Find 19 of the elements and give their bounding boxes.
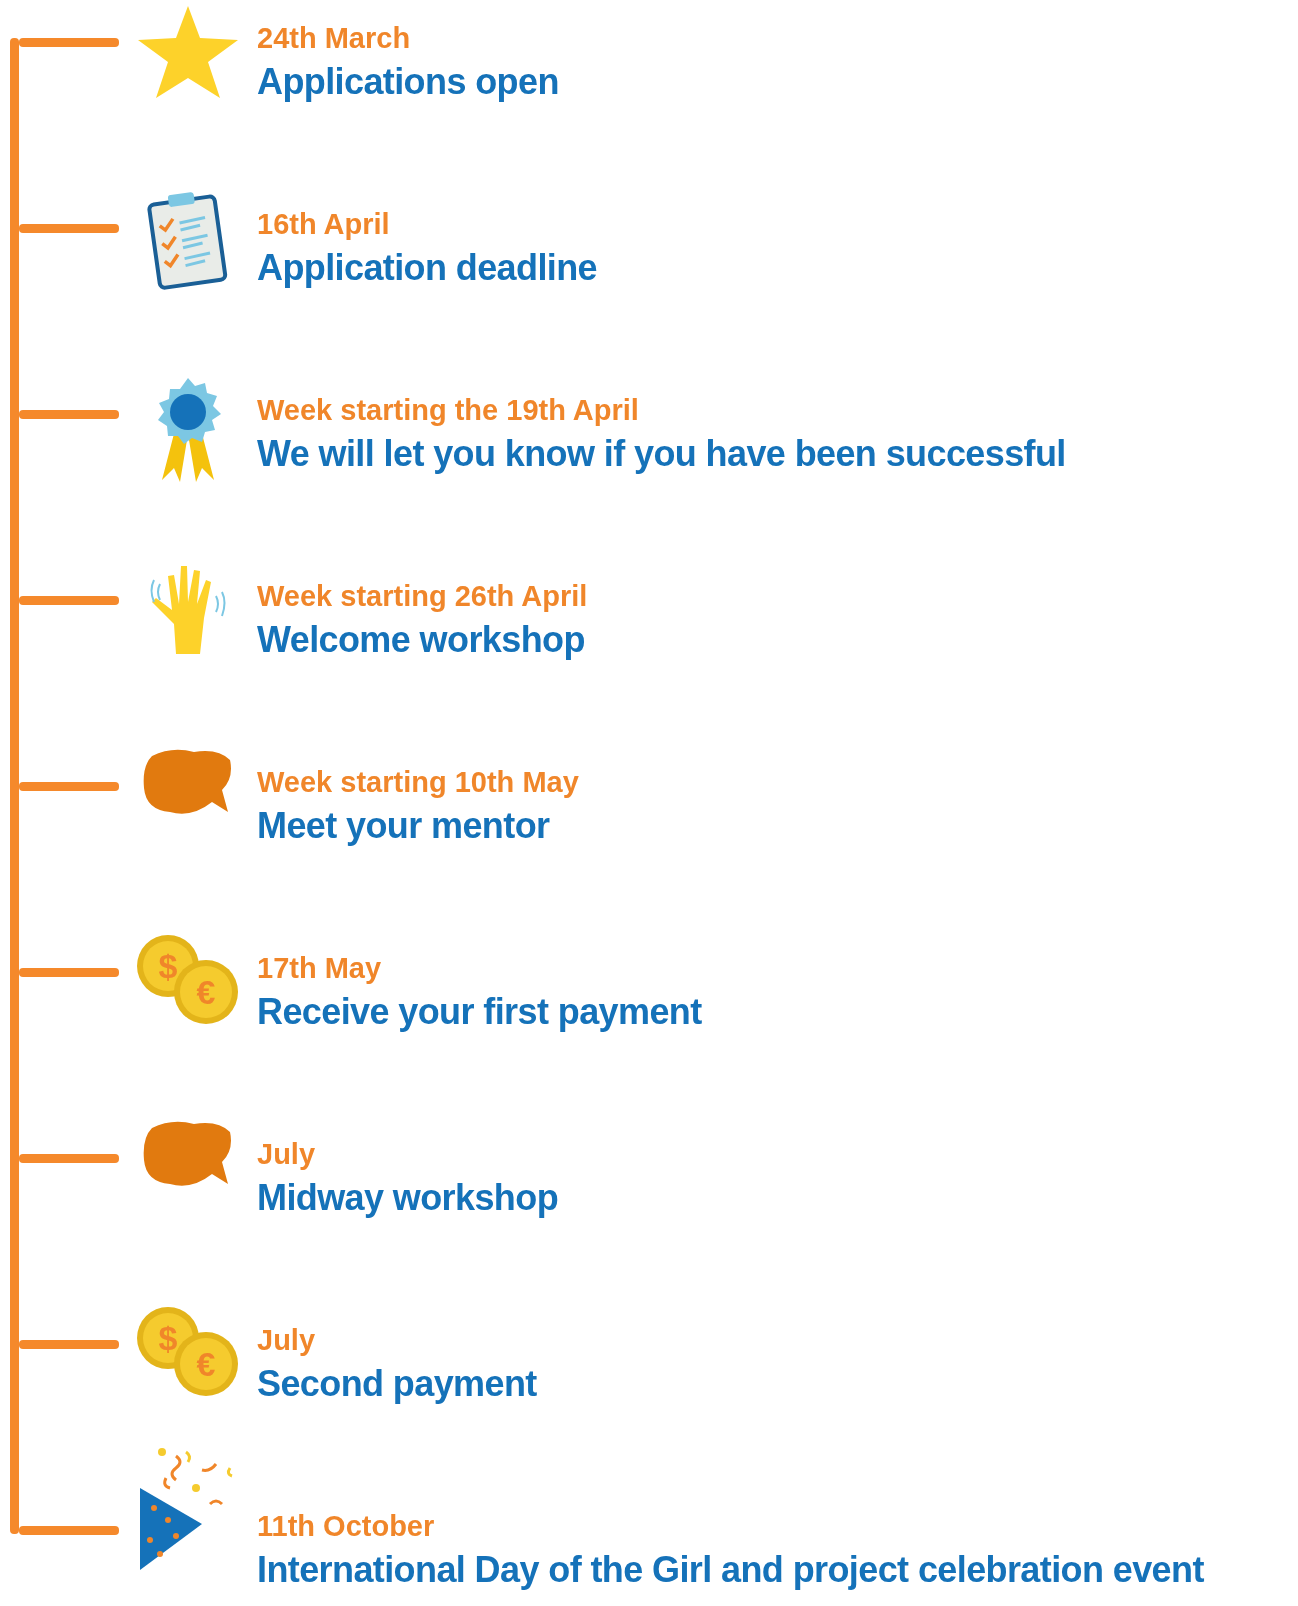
milestone-title: Second payment [257,1363,537,1405]
milestone-title: Welcome workshop [257,619,586,661]
milestone-title: Meet your mentor [257,805,551,847]
milestone-date: Week starting 26th April [257,580,588,613]
milestone-title: Receive your first payment [257,991,702,1033]
milestone-date: 16th April [257,208,391,241]
milestone-title: Applications open [257,61,559,103]
milestone-date: 11th October [257,1510,436,1543]
milestone-date: 24th March [257,22,412,55]
milestone-date: July [257,1324,317,1357]
milestone-date: July [257,1138,317,1171]
milestone-date: 17th May [257,952,383,985]
milestone-title: International Day of the Girl and project celebration event [257,1549,1204,1591]
milestone-title: Midway workshop [257,1177,559,1219]
star-icon [136,4,240,100]
milestone-title: We will let you know if you have been successful [257,433,1066,475]
milestone-date: Week starting 10th May [257,766,579,799]
milestone-title: Application deadline [257,247,598,289]
milestone-date: Week starting the 19th April [257,394,640,427]
